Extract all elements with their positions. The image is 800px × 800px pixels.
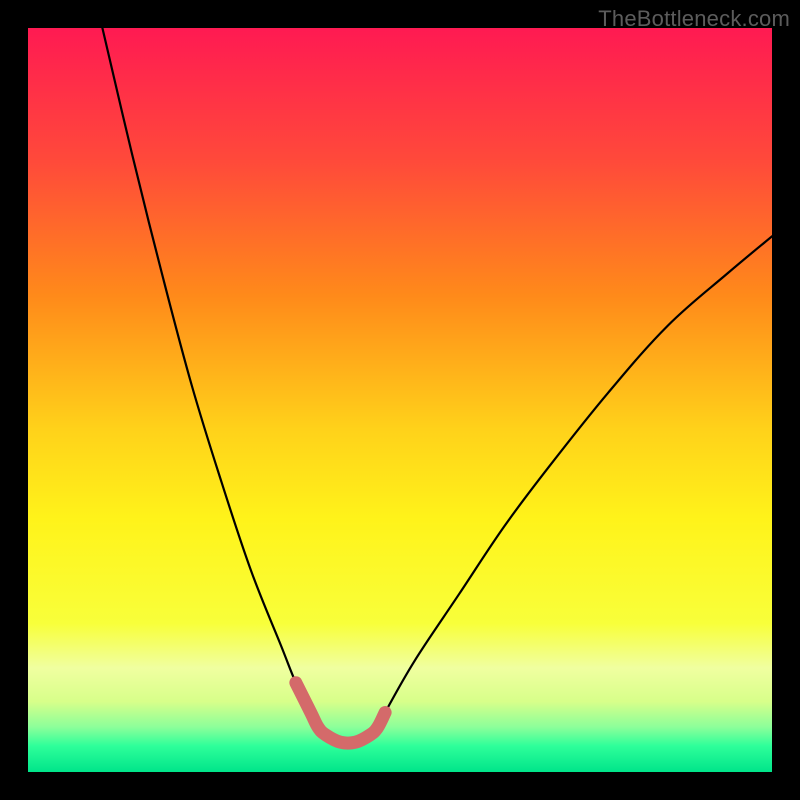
chart-frame: TheBottleneck.com	[0, 0, 800, 800]
gradient-background	[28, 28, 772, 772]
watermark-text: TheBottleneck.com	[598, 6, 790, 32]
plot-svg	[28, 28, 772, 772]
plot-area	[28, 28, 772, 772]
